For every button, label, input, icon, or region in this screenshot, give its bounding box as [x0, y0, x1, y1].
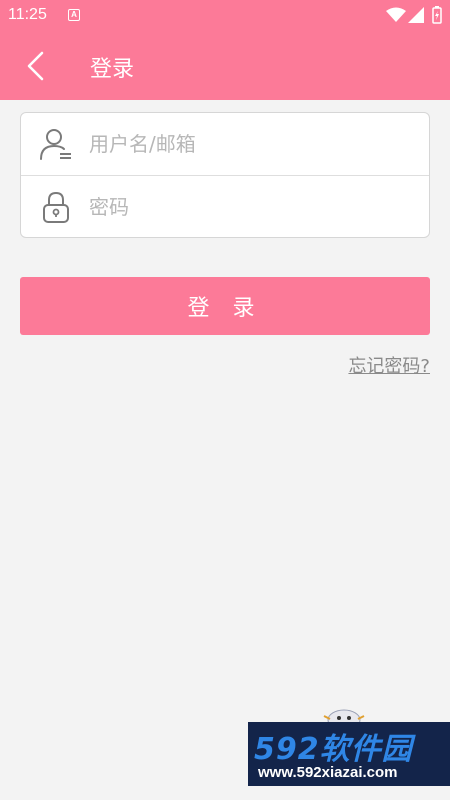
- battery-icon: [432, 6, 442, 24]
- user-icon: [40, 129, 71, 160]
- notification-icon: A: [68, 9, 80, 21]
- password-input[interactable]: [89, 188, 409, 226]
- watermark-url: www.592xiazai.com: [258, 764, 398, 781]
- username-input[interactable]: [89, 125, 409, 163]
- status-time: 11:25: [8, 6, 47, 23]
- login-button[interactable]: 登 录: [20, 277, 430, 335]
- wifi-icon: [386, 7, 406, 22]
- page-title: 登录: [90, 57, 135, 82]
- watermark-logo: 592软件园 www.592xiazai.com: [248, 722, 450, 786]
- lock-icon: [43, 191, 69, 223]
- status-bar: 11:25 A: [0, 0, 450, 32]
- password-row: [21, 176, 429, 238]
- back-arrow-icon[interactable]: [22, 50, 52, 82]
- signal-icon: [408, 7, 424, 23]
- watermark-brand: 592软件园: [254, 732, 413, 767]
- login-form: [20, 112, 430, 238]
- app-bar: 登录: [0, 32, 450, 100]
- forgot-password-link[interactable]: 忘记密码?: [348, 352, 430, 378]
- username-row: [21, 113, 429, 175]
